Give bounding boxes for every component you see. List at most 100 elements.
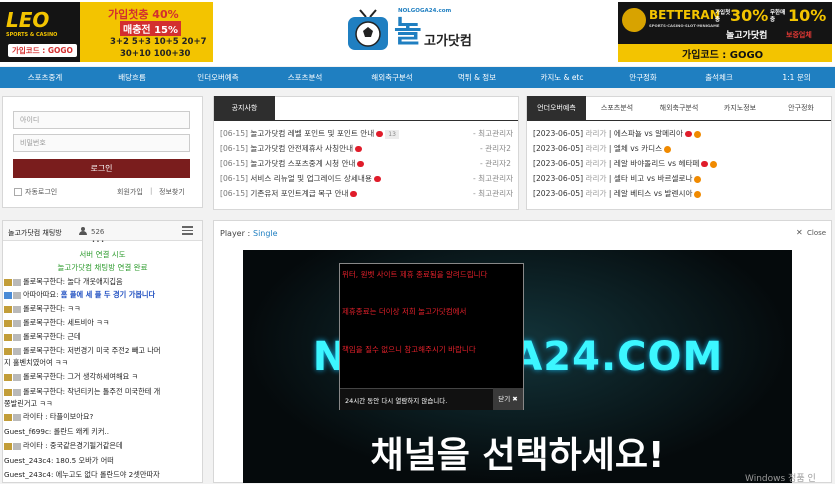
notice-divider [214,120,518,121]
rank-badge-icon [13,388,21,396]
tab-sports-analysis[interactable]: 스포츠분석 [589,96,645,120]
comment-count: 13 [385,130,399,139]
chat-user[interactable]: 라이타 : [23,441,48,450]
popup-line1: 위터, 원벳 사이트 제휴 종료됨을 알려드립니다 [342,270,488,279]
chat-user[interactable]: 라이타 : [23,412,48,421]
password-field[interactable]: 비밀번호 [13,134,190,152]
tv-ball-icon [348,9,388,50]
prediction-row[interactable]: [2023-06-05] 라리가 | 레알 바야돌리드 vs 헤타페 [533,157,718,171]
tab-underover[interactable]: 언더오버예측 [527,96,586,120]
chat-user[interactable]: 롤로복구한다: [23,318,65,327]
player-label: Player : [220,229,251,238]
level-badge-icon [4,347,12,355]
heart-icon [355,146,363,152]
prediction-author: 라리가 [585,159,607,168]
find-info-link[interactable]: 정보찾기 [159,187,185,197]
rank-badge-icon [13,373,21,381]
notice-date: [06-15] [220,144,248,153]
popup-close-button[interactable]: 닫기 ✖ [493,388,523,410]
join-link[interactable]: 회원가입 [117,187,143,197]
nav-item-eye-candy[interactable]: 안구정화 [606,67,680,88]
close-icon[interactable]: ✕ [796,228,806,238]
betteran-notice: 보증업체 [786,31,812,39]
prediction-divider [527,120,831,121]
notice-row[interactable]: [06-15] 놀고가닷컴 안전제휴사 사칭안내 [220,142,363,156]
tab-casino[interactable]: 카지노정보 [712,96,768,120]
betteran-line2: 무한매충 [770,10,786,23]
chat-user[interactable]: Guest_243c4: [4,470,53,479]
prediction-sep: | [608,159,612,168]
chat-text: 세트비아 ㅋㅋ [67,318,110,327]
close-link[interactable]: Close [807,229,826,237]
heart-icon [350,191,358,197]
notice-row[interactable]: [06-15] 기존유저 포인트계급 복구 안내 [220,187,358,201]
nav-item-odds[interactable]: 배당흐름 [90,67,174,88]
notice-title: 놀고가닷컴 안전제휴사 사칭안내 [250,144,354,153]
nav-item-inquiry[interactable]: 1:1 문의 [758,67,835,88]
rank-badge-icon [13,442,21,450]
heart-icon [373,176,381,182]
notice-row[interactable]: [06-15] 놀고가닷컴 스포츠중계 시청 안내 [220,157,365,171]
auto-login-label: 자동로그인 [25,188,58,196]
prediction-row[interactable]: [2023-06-05] 라리가 | 셀타 비고 vs 바르셀로나 [533,172,702,186]
prediction-title: 에스파뇰 vs 알메리아 [613,129,684,138]
betteran-partner: 놀고가닷컴 [726,31,768,41]
login-button[interactable]: 로그인 [13,159,190,178]
leo-ad-banner[interactable]: LEO SPORTS & CASINO 가입코드 : GOGO 가입첫충 40%… [0,2,213,62]
prediction-row[interactable]: [2023-06-05] 라리가 | 엘체 vs 카디스 [533,142,672,156]
chat-user[interactable]: 롤로복구한다: [23,304,65,313]
top-banner-area: LEO SPORTS & CASINO 가입코드 : GOGO 가입첫충 40%… [0,0,835,66]
player-mode[interactable]: Single [253,229,278,238]
prediction-sep: | [608,129,612,138]
leo-line1: 가입첫충 40% [108,8,179,21]
prediction-author: 라리가 [585,174,607,183]
tab-notice[interactable]: 공지사항 [214,96,275,120]
chat-text: 지 홀벤치였어여 ㅋㅋ [4,358,69,367]
tab-eye-candy[interactable]: 안구정화 [772,96,830,120]
chat-user[interactable]: 롤로복구한다: [23,277,65,286]
notice-row[interactable]: [06-15] 서비스 리뉴얼 및 업그레이드 상세내용 [220,172,381,186]
chat-user[interactable]: 롤로복구한다: [23,332,65,341]
rank-badge-icon [13,347,21,355]
notice-row[interactable]: [06-15] 놀고가닷컴 레벨 포인트 및 포인트 안내 13 [220,127,399,141]
chat-user[interactable]: 롤로복구한다: [23,387,65,396]
prediction-row[interactable]: [2023-06-05] 라리가 | 에스파뇰 vs 알메리아 [533,127,702,141]
chat-user[interactable]: 아따아따요: [23,290,59,299]
prediction-title: 레알 베티스 vs 발렌시아 [613,189,693,198]
rank-badge-icon [13,333,21,341]
chat-text: 근데 [67,332,81,341]
nav-item-sports-live[interactable]: 스포츠중계 [0,67,90,88]
prediction-date: [2023-06-05] [533,129,584,138]
prediction-row[interactable]: [2023-06-05] 라리가 | 레알 베티스 vs 발렌시아 [533,187,702,201]
chat-user[interactable]: 롤로복구한다: [23,346,65,355]
chat-text: 저번경기 미국 주전2 빼고 나머 [67,346,161,355]
betteran-ad-banner[interactable]: BETTERAN SPORTS·CASINO·SLOT·MINIGAME 가입첫… [618,2,832,62]
menu-icon[interactable] [182,226,193,235]
chat-user[interactable]: Guest_f699c: [4,427,51,436]
tab-soccer-analysis[interactable]: 해외축구분석 [648,96,710,120]
rank-badge-icon [13,319,21,327]
nav-item-attendance[interactable]: 출석체크 [680,67,758,88]
prediction-sep: | [608,174,612,183]
nav-item-scam-info[interactable]: 먹튀 & 정보 [436,67,518,88]
site-logo[interactable]: NOLGOGA24.com 놀 고가닷컴 [346,6,496,56]
chat-user[interactable]: 롤로복구한다: [23,372,65,381]
leo-line4: 30+10 100+30 [120,49,191,59]
username-field[interactable]: 아이디 [13,111,190,129]
nav-item-underover[interactable]: 인더오버예측 [174,67,262,88]
leo-sub: SPORTS & CASINO [6,32,58,38]
notice-title: 기존유저 포인트계급 복구 안내 [250,189,349,198]
chat-text: 180.5 오바가 어떠 [55,456,114,465]
nav-item-sports-analysis[interactable]: 스포츠분석 [262,67,348,88]
chat-user[interactable]: Guest_243c4: [4,456,53,465]
level-badge-icon [4,333,12,341]
popup-dont-show[interactable]: 24시간 동안 다시 열람하지 않습니다. [345,395,447,405]
prediction-author: 라리가 [585,129,607,138]
logo-big-char: 놀 [394,15,422,50]
auto-login-checkbox[interactable] [14,188,22,196]
notice-date: [06-15] [220,159,248,168]
nav-item-casino[interactable]: 카지노 & etc [518,67,606,88]
chat-text: 에누고도 없다 롤란드야 2셋만따자 [55,470,160,479]
nav-item-soccer-analysis[interactable]: 해외축구분석 [348,67,436,88]
prediction-sep: | [608,189,612,198]
